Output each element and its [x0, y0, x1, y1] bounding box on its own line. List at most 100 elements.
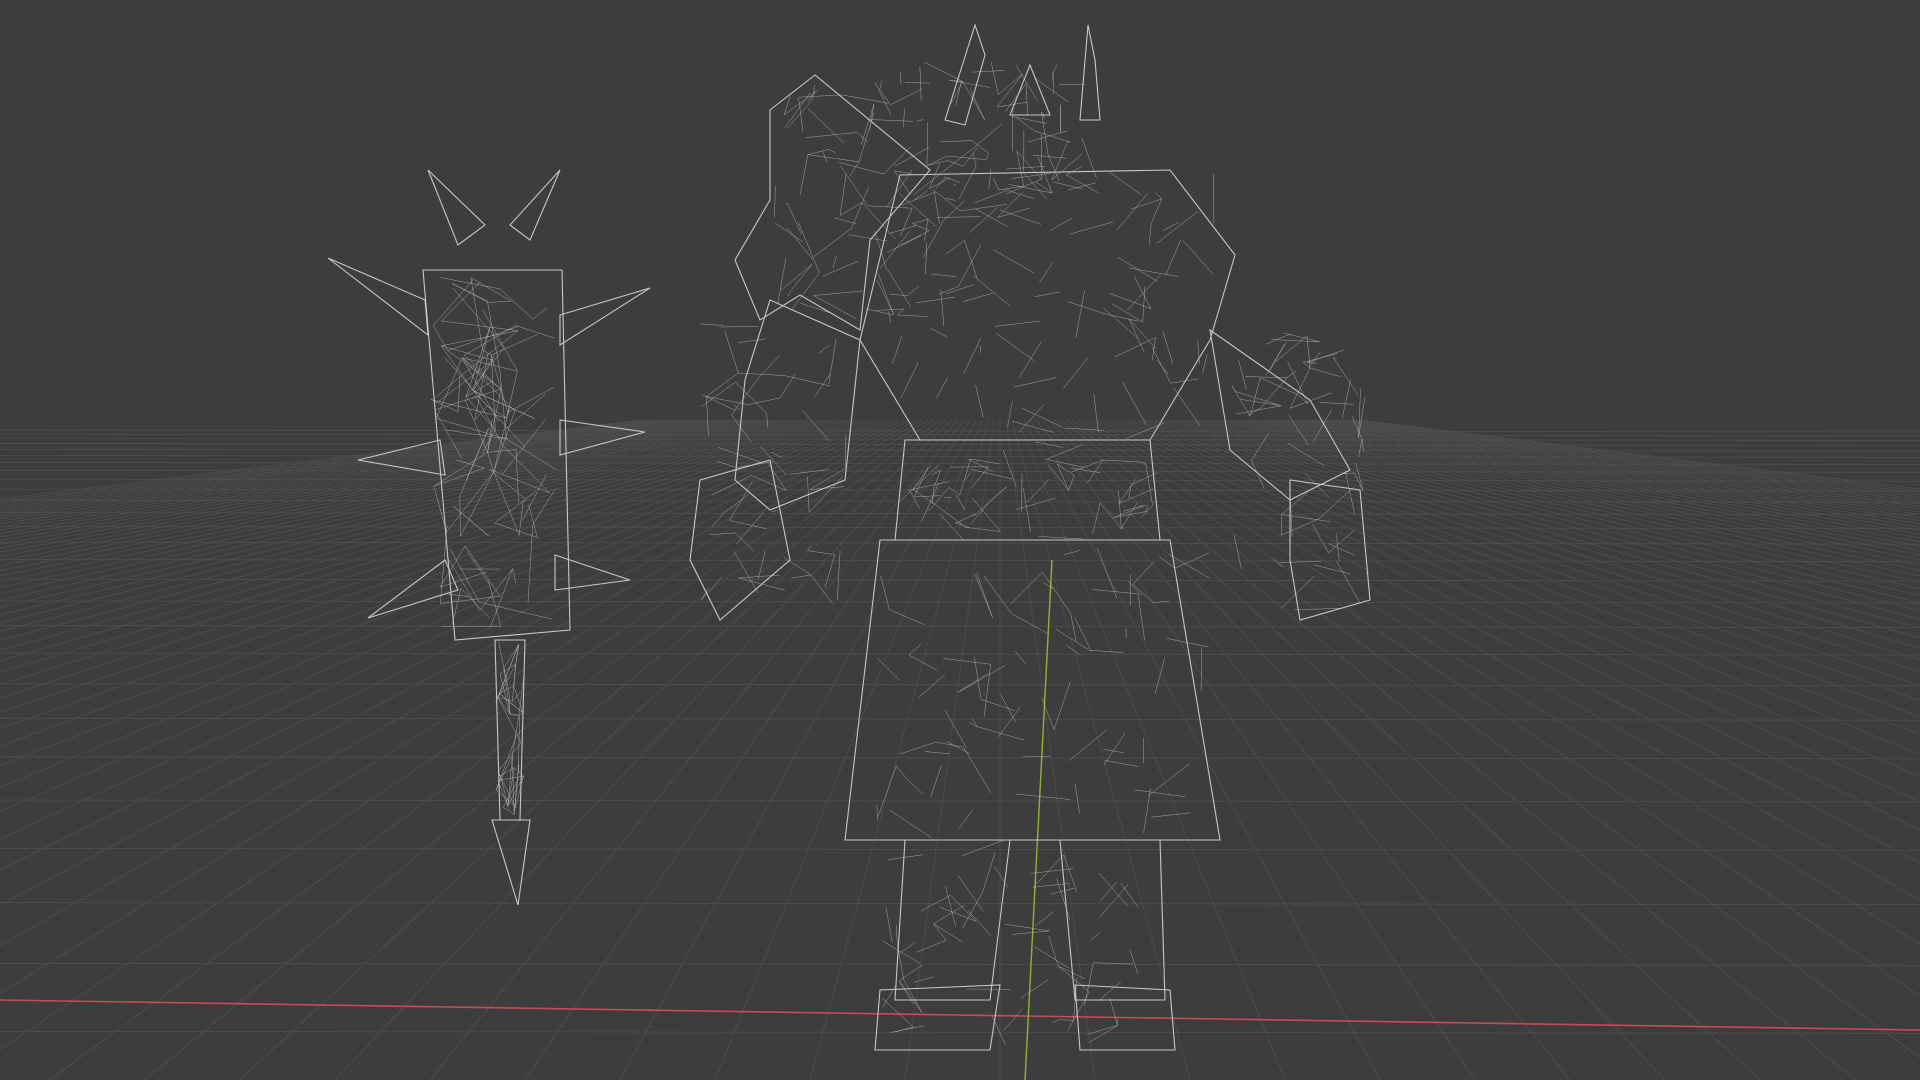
- wire-edge: [955, 522, 970, 529]
- wire-edge: [838, 162, 884, 175]
- grid-line: [1095, 419, 1920, 803]
- wire-edge: [903, 979, 923, 1013]
- wire-edge: [939, 514, 964, 540]
- wire-edge: [1089, 650, 1124, 653]
- wire-edge: [475, 395, 504, 446]
- wire-edge: [1303, 353, 1338, 363]
- wire-edge: [964, 240, 978, 279]
- wire-edge: [1003, 1008, 1023, 1031]
- wire-edge: [924, 219, 929, 242]
- wire-edge: [774, 185, 776, 218]
- wire-edge: [1281, 518, 1320, 536]
- mace-top-spike-left: [427, 169, 486, 246]
- grid-line: [0, 419, 665, 509]
- warrior-torso: [859, 169, 1236, 441]
- wire-edge: [997, 707, 1021, 738]
- wire-edge: [507, 386, 555, 413]
- wire-edge: [969, 89, 985, 120]
- grid-line: [0, 419, 773, 572]
- wire-edge: [1005, 83, 1027, 112]
- wire-edge: [1035, 911, 1055, 927]
- wire-edge: [1015, 651, 1027, 665]
- wire-edge: [889, 809, 932, 839]
- warrior-shoulder-beast: [734, 74, 931, 331]
- wire-edge: [716, 460, 737, 468]
- wire-edge: [985, 153, 989, 160]
- grid-line: [0, 419, 827, 632]
- wire-edge: [1090, 932, 1100, 941]
- wire-edge: [505, 393, 546, 429]
- wire-edge: [757, 355, 780, 380]
- wire-edge: [930, 327, 948, 338]
- wire-edge: [990, 61, 999, 95]
- wire-edge: [814, 373, 831, 397]
- wire-edge: [888, 225, 917, 234]
- wire-edge: [890, 1025, 925, 1033]
- wire-edge: [436, 418, 507, 440]
- wire-edge: [1052, 1019, 1060, 1023]
- viewport-canvas[interactable]: [0, 0, 1920, 1080]
- wire-edge: [532, 307, 548, 320]
- wire-edge: [786, 99, 813, 129]
- wire-edge: [787, 203, 802, 234]
- wire-edge: [834, 217, 856, 224]
- wire-edge: [877, 765, 897, 817]
- wire-edge: [1007, 400, 1013, 427]
- wire-edge: [1133, 276, 1152, 309]
- grid-line: [0, 600, 1920, 604]
- wire-edge: [996, 333, 1034, 361]
- wire-edge: [894, 147, 930, 167]
- wire-edge: [1022, 407, 1062, 428]
- grid-line: [0, 419, 641, 500]
- wire-edge: [962, 81, 985, 120]
- wire-edge: [920, 895, 951, 912]
- wire-edge: [862, 202, 896, 240]
- wire-edge: [1055, 629, 1090, 651]
- wire-edge: [503, 644, 519, 669]
- wire-edge: [930, 765, 942, 797]
- wire-edge: [1157, 360, 1169, 375]
- wire-edge: [436, 376, 461, 397]
- mace-spike-left-top: [327, 257, 429, 337]
- wire-edge: [1098, 872, 1128, 906]
- wire-edge: [1092, 502, 1101, 535]
- wire-edge: [839, 202, 863, 216]
- warrior-mesh[interactable]: [689, 23, 1371, 1051]
- wire-edge: [983, 664, 991, 718]
- wire-edge: [1066, 166, 1082, 176]
- wire-edge: [889, 294, 908, 296]
- wire-edge: [928, 163, 940, 189]
- grid-line: [1035, 419, 1571, 1080]
- wire-edge: [1307, 349, 1344, 363]
- grid-line: [1185, 419, 1920, 596]
- wire-edge: [971, 497, 1001, 532]
- mace-mesh[interactable]: [327, 169, 651, 906]
- wire-edge: [975, 385, 984, 418]
- grid-line: [1245, 419, 1920, 543]
- wire-edge: [1050, 887, 1075, 895]
- wire-edge: [912, 464, 932, 490]
- wire-edge: [1068, 729, 1107, 761]
- wire-edge: [1131, 198, 1162, 210]
- wire-edge: [876, 805, 878, 821]
- warrior-foot-left: [874, 984, 1001, 1051]
- grid-line: [334, 419, 959, 1080]
- wire-edge: [1004, 189, 1034, 199]
- wire-edge: [805, 132, 858, 138]
- wire-edge: [933, 905, 965, 924]
- grid-line: [0, 717, 1920, 721]
- wire-edge: [1231, 385, 1236, 392]
- wire-edge: [936, 216, 981, 218]
- wire-edge: [996, 73, 1023, 108]
- grid-line: [1041, 419, 1666, 1080]
- wire-edge: [940, 289, 945, 326]
- grid-line: [1275, 419, 1920, 525]
- wire-edge: [1177, 211, 1199, 228]
- grid-line: [0, 419, 785, 582]
- wire-edge: [1109, 998, 1118, 1026]
- wire-edge: [720, 326, 759, 328]
- wire-edge: [945, 197, 956, 201]
- wire-edge: [1151, 346, 1171, 384]
- wire-edge: [880, 575, 890, 610]
- 3d-viewport[interactable]: [0, 0, 1920, 1080]
